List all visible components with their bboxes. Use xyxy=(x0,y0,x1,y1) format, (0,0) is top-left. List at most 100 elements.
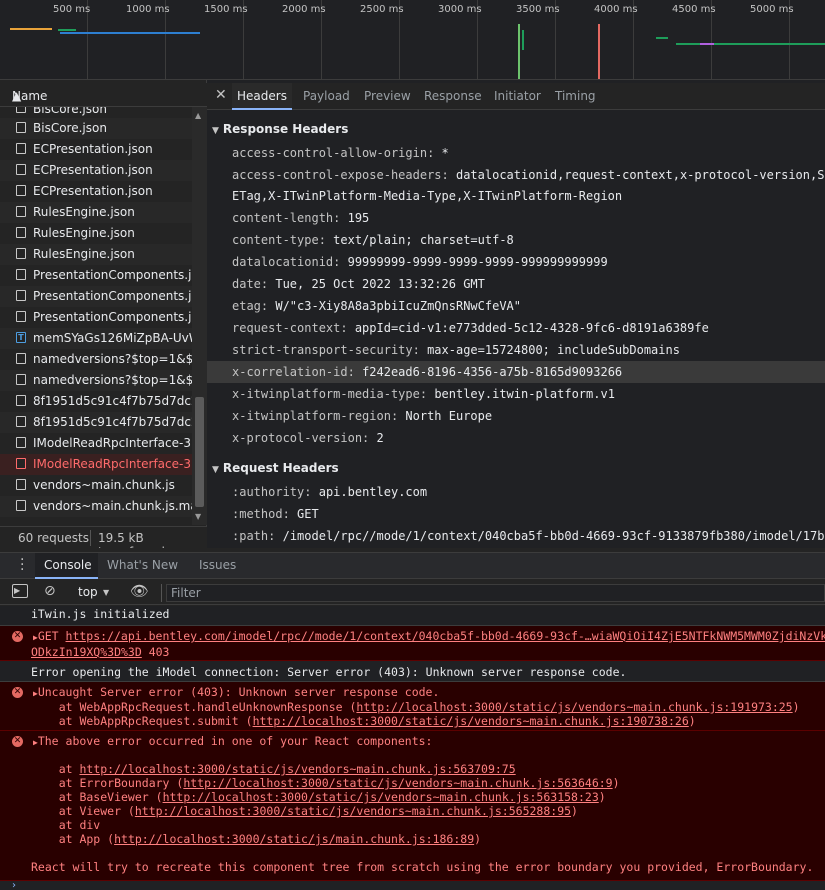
document-icon: T xyxy=(16,332,26,343)
tab-issues[interactable]: Issues xyxy=(199,558,236,572)
console-text: The above error occurred in one of your … xyxy=(37,734,433,748)
header-entry: content-length: 195 xyxy=(232,211,369,225)
scrollbar-thumb[interactable] xyxy=(195,397,204,507)
header-key: datalocationid: xyxy=(232,255,341,269)
request-row[interactable]: ECPresentation.json xyxy=(0,181,192,202)
request-name: BisCore.json xyxy=(33,121,107,135)
request-rows: BisCore.json BisCore.json ECPresentation… xyxy=(0,107,192,525)
drawer-tabs: · · · Console What's New Issues xyxy=(0,552,825,579)
console-output: iTwin.js initialized ✕ ▶GET https://api.… xyxy=(0,606,825,890)
console-text: at div xyxy=(31,818,101,832)
more-options-icon[interactable]: · · · xyxy=(20,553,24,577)
header-key: access-control-expose-headers: xyxy=(232,168,449,182)
header-row: ETag,X-ITwinPlatform-Media-Type,X-ITwinP… xyxy=(207,185,825,207)
tab-console[interactable]: Console xyxy=(44,558,92,572)
console-prompt-icon[interactable]: › xyxy=(12,880,16,890)
request-name: namedversions?$top=1&$orde xyxy=(33,373,192,387)
request-link[interactable]: https://api.bentley.com/imodel/rpc//mode… xyxy=(66,629,825,643)
response-headers-section[interactable]: ▼ Response Headers xyxy=(212,122,348,136)
request-row[interactable]: ECPresentation.json xyxy=(0,139,192,160)
header-value: appId=cid-v1:e773dded-5c12-4328-9fc6-d81… xyxy=(354,321,709,335)
request-row[interactable]: 8f1951d5c91c4f7b75d7dc2db xyxy=(0,391,192,412)
header-row: :method: GET xyxy=(207,503,825,525)
header-value: W/"c3-Xiy8A8a3pbiIcuZmQnsRNwCfeVA" xyxy=(275,299,521,313)
timeline-tick: 2000 ms xyxy=(282,4,326,15)
request-row[interactable]: RulesEngine.json xyxy=(0,223,192,244)
request-row[interactable]: vendors~main.chunk.js.map xyxy=(0,496,192,517)
timeline-tick: 1500 ms xyxy=(204,4,248,15)
console-text: Uncaught Server error (403): Unknown ser… xyxy=(37,685,440,699)
header-entry: :method: GET xyxy=(232,507,319,521)
scroll-down-icon[interactable]: ▼ xyxy=(195,512,201,521)
request-row[interactable]: PresentationComponents.json xyxy=(0,286,192,307)
request-row[interactable]: ECPresentation.json xyxy=(0,160,192,181)
tab-whats-new[interactable]: What's New xyxy=(107,558,178,572)
header-entry: x-itwinplatform-media-type: bentley.itwi… xyxy=(232,387,615,401)
request-name: PresentationComponents.json xyxy=(33,289,192,303)
clear-console-icon[interactable]: ⊘ xyxy=(44,583,56,599)
header-entry: ETag,X-ITwinPlatform-Media-Type,X-ITwinP… xyxy=(232,189,622,203)
tab-response[interactable]: Response xyxy=(424,83,482,110)
stack-link[interactable]: http://localhost:3000/static/js/vendors~… xyxy=(163,790,599,804)
timeline-bar xyxy=(58,29,76,31)
tab-initiator[interactable]: Initiator xyxy=(494,83,541,110)
tab-headers[interactable]: Headers xyxy=(232,83,292,110)
request-row[interactable]: 8f1951d5c91c4f7b75d7dc2db xyxy=(0,412,192,433)
request-row[interactable]: PresentationComponents.json xyxy=(0,265,192,286)
stack-link[interactable]: http://localhost:3000/static/js/vendors~… xyxy=(135,804,571,818)
request-row[interactable]: TmemSYaGs126MiZpBA-UvWb xyxy=(0,328,192,349)
file-icon xyxy=(16,500,26,511)
header-entry: :path: /imodel/rpc//mode/1/context/040cb… xyxy=(232,529,825,543)
detail-tabs: ✕ Headers Payload Preview Response Initi… xyxy=(207,83,825,110)
header-row-highlighted: x-correlation-id: f242ead6-8196-4356-a75… xyxy=(207,361,825,383)
tab-preview[interactable]: Preview xyxy=(364,83,411,110)
filter-input[interactable] xyxy=(166,584,825,602)
divider xyxy=(90,530,91,546)
stack-link[interactable]: http://localhost:3000/static/js/vendors~… xyxy=(79,762,515,776)
header-key: content-type: xyxy=(232,233,326,247)
request-row[interactable]: RulesEngine.json xyxy=(0,244,192,265)
file-icon xyxy=(16,164,26,175)
request-headers-section[interactable]: ▼ Request Headers xyxy=(212,461,339,475)
context-selector[interactable]: top xyxy=(78,585,98,599)
stack-link[interactable]: http://localhost:3000/static/js/vendors~… xyxy=(183,776,612,790)
request-row[interactable]: BisCore.json xyxy=(0,107,192,118)
header-key: x-itwinplatform-region: xyxy=(232,409,399,423)
file-icon xyxy=(16,227,26,238)
timeline-tick: 4000 ms xyxy=(594,4,638,15)
request-row[interactable]: BisCore.json xyxy=(0,118,192,139)
close-icon[interactable]: ✕ xyxy=(215,87,227,103)
timeline-bar xyxy=(10,28,52,30)
error-icon: ✕ xyxy=(12,687,23,698)
stack-link[interactable]: http://localhost:3000/static/js/vendors~… xyxy=(356,700,792,714)
header-row: etag: W/"c3-Xiy8A8a3pbiIcuZmQnsRNwCfeVA" xyxy=(207,295,825,317)
network-timeline[interactable]: 500 ms 1000 ms 1500 ms 2000 ms 2500 ms 3… xyxy=(0,0,825,80)
request-row[interactable]: IModelReadRpcInterface-3.4.0 xyxy=(0,433,192,454)
timeline-tick: 3500 ms xyxy=(516,4,560,15)
header-entry: access-control-allow-origin: * xyxy=(232,146,449,160)
console-text: ▶The above error occurred in one of your… xyxy=(33,734,432,748)
console-text: at Viewer ( xyxy=(31,804,135,818)
header-key: content-length: xyxy=(232,211,341,225)
request-row-selected[interactable]: IModelReadRpcInterface-3.4.0 xyxy=(0,454,192,475)
request-link[interactable]: ODkzIn19XQ%3D%3D xyxy=(31,645,142,659)
header-value: * xyxy=(441,146,449,160)
request-list-scrollbar[interactable]: ▲ ▼ xyxy=(192,107,207,525)
eye-icon[interactable]: 👁 xyxy=(130,582,149,600)
header-value: GET xyxy=(297,507,319,521)
console-text: at xyxy=(31,762,80,776)
request-row[interactable]: PresentationComponents.json xyxy=(0,307,192,328)
stack-link[interactable]: http://localhost:3000/static/js/vendors~… xyxy=(253,714,689,728)
name-column-header[interactable]: Name ▲ xyxy=(0,83,207,107)
tab-payload[interactable]: Payload xyxy=(303,83,350,110)
timeline-marker xyxy=(598,24,600,79)
request-row[interactable]: namedversions?$top=1&$orde xyxy=(0,370,192,391)
stack-link[interactable]: http://localhost:3000/static/js/main.chu… xyxy=(114,832,474,846)
tab-timing[interactable]: Timing xyxy=(555,83,596,110)
request-row[interactable]: vendors~main.chunk.js xyxy=(0,475,192,496)
scroll-up-icon[interactable]: ▲ xyxy=(195,111,201,120)
request-row[interactable]: namedversions?$top=1&$orde xyxy=(0,349,192,370)
header-value: North Europe xyxy=(405,409,493,423)
console-text: at WebAppRpcRequest.submit ( xyxy=(31,714,253,728)
request-row[interactable]: RulesEngine.json xyxy=(0,202,192,223)
